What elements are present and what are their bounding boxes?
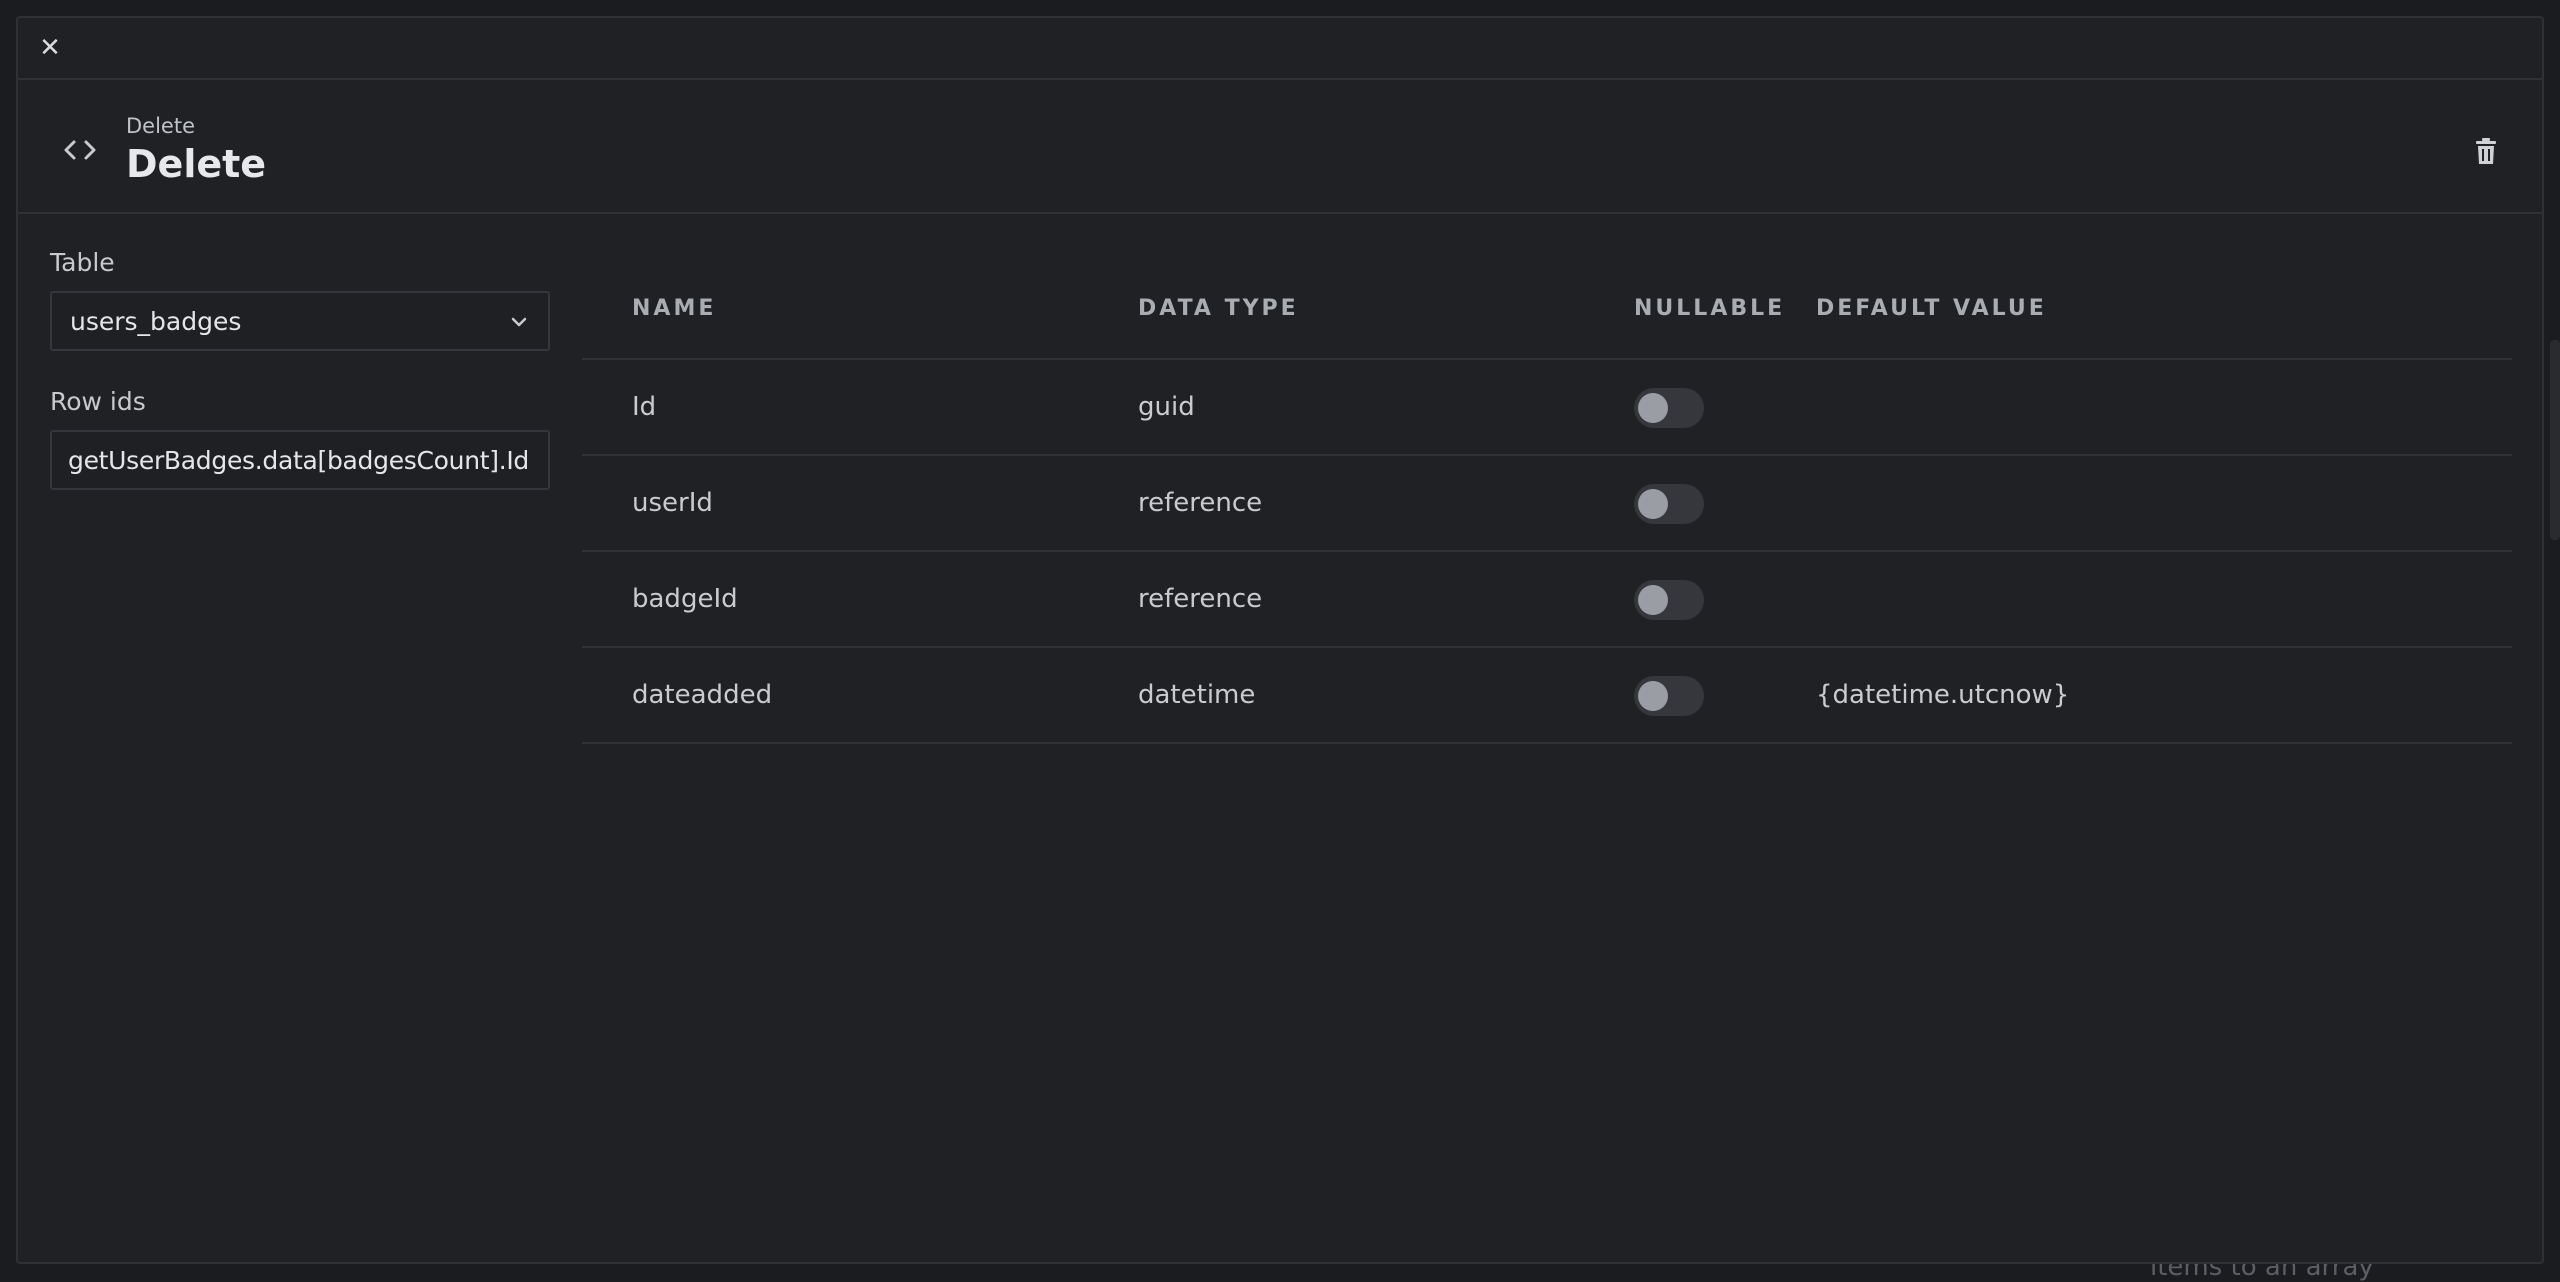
delete-modal: ✕ Delete Delete Table users_badges Row i… bbox=[16, 16, 2544, 1264]
table-row: badgeId reference bbox=[582, 552, 2512, 648]
row-ids-input[interactable] bbox=[50, 430, 550, 490]
cell-name: Id bbox=[632, 392, 657, 422]
nullable-toggle[interactable] bbox=[1634, 580, 1704, 620]
table-row: dateadded datetime {datetime.utcnow} bbox=[582, 648, 2512, 744]
cell-name: userId bbox=[632, 488, 713, 518]
chevron-down-icon bbox=[508, 314, 530, 328]
cell-data-type: reference bbox=[1138, 488, 1263, 518]
trash-icon[interactable] bbox=[2474, 136, 2498, 166]
table-select[interactable]: users_badges bbox=[50, 291, 550, 351]
row-ids-label: Row ids bbox=[50, 387, 146, 416]
cell-data-type: guid bbox=[1138, 392, 1195, 422]
cell-name: badgeId bbox=[632, 584, 738, 614]
table-label: Table bbox=[50, 248, 115, 277]
background-scrollbar bbox=[2550, 340, 2560, 540]
header-default-value: DEFAULT VALUE bbox=[1816, 296, 2047, 321]
toggle-knob bbox=[1638, 585, 1668, 615]
modal-header: Delete Delete bbox=[18, 80, 2542, 214]
toggle-knob bbox=[1638, 681, 1668, 711]
code-icon bbox=[62, 135, 98, 165]
header-subtitle: Delete bbox=[126, 114, 195, 138]
config-panel: Table users_badges Row ids bbox=[50, 248, 550, 490]
nullable-toggle[interactable] bbox=[1634, 484, 1704, 524]
cell-data-type: reference bbox=[1138, 584, 1263, 614]
modal-topbar: ✕ bbox=[18, 18, 2542, 80]
table-header: NAME DATA TYPE NULLABLE DEFAULT VALUE bbox=[582, 248, 2512, 360]
table-select-value: users_badges bbox=[70, 306, 242, 336]
toggle-knob bbox=[1638, 489, 1668, 519]
toggle-knob bbox=[1638, 393, 1668, 423]
columns-table: NAME DATA TYPE NULLABLE DEFAULT VALUE Id… bbox=[582, 248, 2512, 744]
cell-data-type: datetime bbox=[1138, 680, 1256, 710]
header-data-type: DATA TYPE bbox=[1138, 296, 1299, 321]
table-row: userId reference bbox=[582, 456, 2512, 552]
nullable-toggle[interactable] bbox=[1634, 676, 1704, 716]
nullable-toggle[interactable] bbox=[1634, 388, 1704, 428]
cell-name: dateadded bbox=[632, 680, 773, 710]
page-title: Delete bbox=[126, 142, 267, 186]
close-icon[interactable]: ✕ bbox=[36, 34, 64, 62]
header-name: NAME bbox=[632, 296, 717, 321]
header-nullable: NULLABLE bbox=[1634, 296, 1786, 321]
table-row: Id guid bbox=[582, 360, 2512, 456]
cell-default-value: {datetime.utcnow} bbox=[1816, 680, 2070, 710]
